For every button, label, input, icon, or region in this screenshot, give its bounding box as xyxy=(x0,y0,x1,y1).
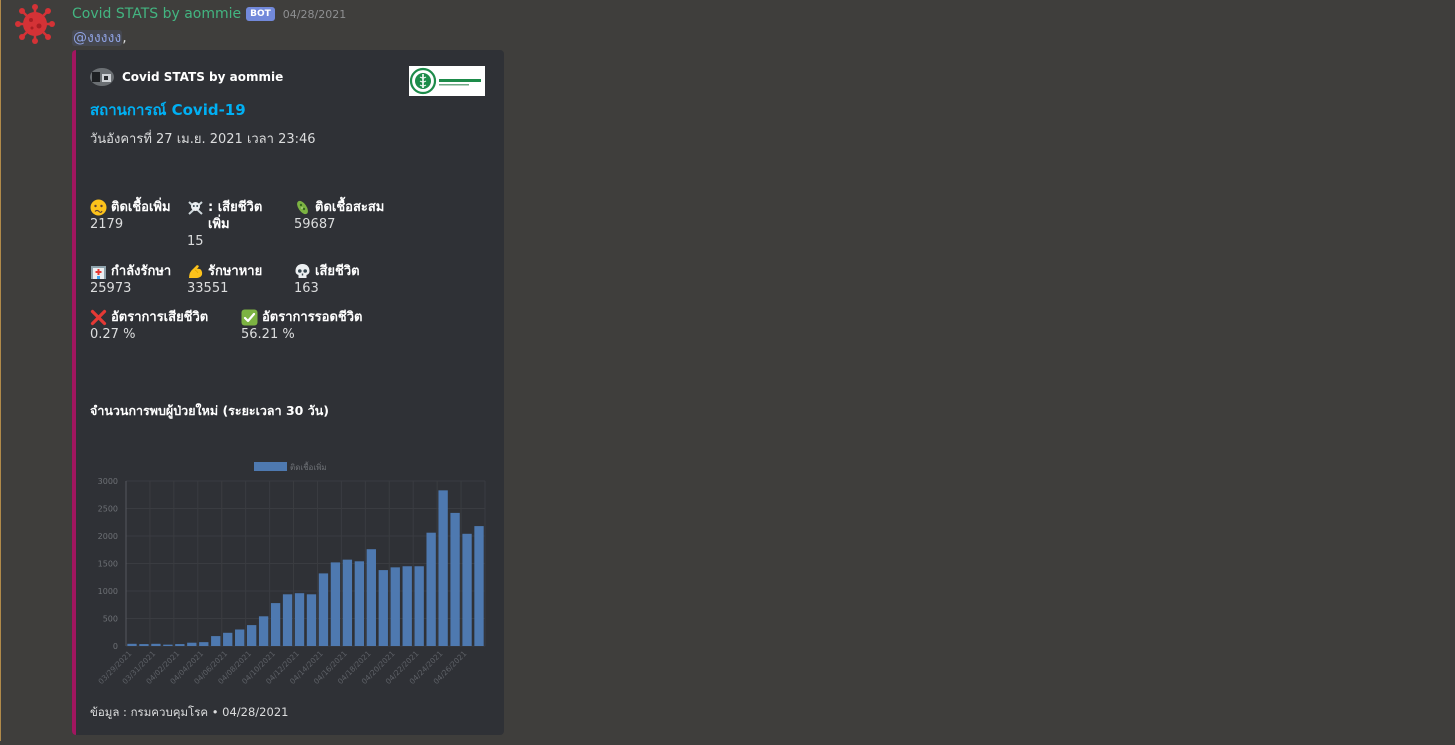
embed-author-icon xyxy=(90,68,114,86)
new-cases-chart-image[interactable]: ติดเชื้อเพิ่ม 0 500 1000 1500 2000 2500 3000 0… xyxy=(90,455,490,745)
message-content: @งงงงง, xyxy=(72,27,127,49)
bar-04/15/2021 xyxy=(330,562,341,646)
field-name-recovered: รักษาหาย xyxy=(208,264,263,279)
field-new-deaths: : เสียชีวิตเพิ่ม 15 xyxy=(187,199,282,250)
bar-04/18/2021 xyxy=(366,549,376,646)
user-mention[interactable]: @งงงงง xyxy=(72,30,123,46)
bar-04/24/2021 xyxy=(438,490,448,646)
bar-04/16/2021 xyxy=(342,559,353,646)
embed-author: Covid STATS by aommie xyxy=(90,68,283,86)
bar-04/01/2021 xyxy=(163,644,173,646)
y-tick-label: 1000 xyxy=(98,587,118,596)
field-value-new-deaths: 15 xyxy=(187,234,204,249)
y-tick-label: 2500 xyxy=(98,505,118,514)
stats-embed: Covid STATS by aommie สถานการณ์ Covid-19… xyxy=(72,50,504,735)
field-name-death-rate: อัตราการเสียชีวิต xyxy=(111,310,209,325)
bar-04/02/2021 xyxy=(175,644,185,646)
bar-04/06/2021 xyxy=(223,632,233,646)
bar-04/17/2021 xyxy=(354,561,365,646)
bar-04/11/2021 xyxy=(282,594,293,646)
field-value-recovered: 33551 xyxy=(187,281,229,296)
department-logo-thumbnail[interactable] xyxy=(409,66,485,96)
bar-03/31/2021 xyxy=(151,643,161,646)
field-name-hospitalized: กำลังรักษา xyxy=(111,264,172,279)
field-hospitalized: กำลังรักษา 25973 xyxy=(90,263,185,297)
bar-04/21/2021 xyxy=(402,566,412,646)
embed-title[interactable]: สถานการณ์ Covid-19 xyxy=(90,98,246,122)
bar-04/13/2021 xyxy=(306,594,317,646)
check-mark-icon xyxy=(241,309,258,326)
new-cases-bar-chart: ติดเชื้อเพิ่ม 050010001500200025003000 0… xyxy=(96,461,486,686)
skull-crossbones-icon xyxy=(187,199,204,216)
legend-label: ติดเชื้อเพิ่ม xyxy=(290,461,327,472)
bar-04/27/2021 xyxy=(474,526,484,646)
bar-04/19/2021 xyxy=(378,570,388,646)
bar-04/03/2021 xyxy=(187,642,197,646)
bot-avatar[interactable] xyxy=(15,4,55,44)
y-tick-label: 0 xyxy=(113,642,118,651)
field-recovered: รักษาหาย 33551 xyxy=(187,263,287,297)
y-tick-label: 2000 xyxy=(98,532,118,541)
embed-author-name: Covid STATS by aommie xyxy=(122,70,284,84)
microbe-icon xyxy=(294,199,311,216)
field-value-death-rate: 0.27 % xyxy=(90,327,136,342)
field-name-total-cases: ติดเชื้อสะสม xyxy=(315,200,385,215)
bar-04/14/2021 xyxy=(318,573,329,646)
embed-description: วันอังคารที่ 27 เม.ย. 2021 เวลา 23:46 xyxy=(90,132,316,147)
y-tick-label: 500 xyxy=(103,615,118,624)
flexed-biceps-icon xyxy=(187,263,204,280)
y-tick-label: 3000 xyxy=(98,477,118,486)
bar-04/04/2021 xyxy=(199,642,209,646)
field-survival-rate: อัตราการรอดชีวิต 56.21 % xyxy=(241,309,396,343)
mention-suffix: , xyxy=(122,30,127,46)
field-total-cases: ติดเชื้อสะสม 59687 xyxy=(294,199,414,233)
field-value-total-cases: 59687 xyxy=(294,217,336,232)
field-name-survival-rate: อัตราการรอดชีวิต xyxy=(262,310,363,325)
bar-03/29/2021 xyxy=(127,643,137,646)
bar-04/07/2021 xyxy=(235,629,245,646)
field-value-hospitalized: 25973 xyxy=(90,281,132,296)
chart-title: จำนวนการพบผู้ป่วยใหม่ (ระยะเวลา 30 วัน) xyxy=(90,403,329,418)
bar-04/23/2021 xyxy=(426,532,436,646)
bar-04/26/2021 xyxy=(462,533,472,646)
field-name-deaths: เสียชีวิต xyxy=(315,264,360,279)
legend-swatch xyxy=(254,462,287,471)
embed-footer: ข้อมูล : กรมควบคุมโรค • 04/28/2021 xyxy=(90,705,289,719)
skull-icon xyxy=(294,263,311,280)
cross-mark-icon xyxy=(90,309,107,326)
field-new-cases: ติดเชื้อเพิ่ม 2179 xyxy=(90,199,185,233)
field-value-new-cases: 2179 xyxy=(90,217,124,232)
message-header: Covid STATS by aommie BOT 04/28/2021 xyxy=(72,5,346,23)
bar-04/25/2021 xyxy=(450,512,460,646)
bar-04/12/2021 xyxy=(294,593,305,646)
bar-04/20/2021 xyxy=(390,567,400,646)
message-timestamp: 04/28/2021 xyxy=(282,7,347,21)
bot-tag: BOT xyxy=(246,7,275,21)
bar-04/08/2021 xyxy=(246,625,257,646)
field-name-new-cases: ติดเชื้อเพิ่ม xyxy=(111,200,171,215)
bar-04/22/2021 xyxy=(414,566,424,646)
hospital-icon xyxy=(90,263,107,280)
field-deaths: เสียชีวิต 163 xyxy=(294,263,414,297)
bar-04/09/2021 xyxy=(258,616,269,646)
bar-04/10/2021 xyxy=(270,603,281,646)
bar-03/30/2021 xyxy=(139,644,149,646)
field-death-rate: อัตราการเสียชีวิต 0.27 % xyxy=(90,309,235,343)
chart-legend: ติดเชื้อเพิ่ม xyxy=(254,461,327,472)
field-value-survival-rate: 56.21 % xyxy=(241,327,295,342)
bar-04/05/2021 xyxy=(211,636,221,646)
author-name[interactable]: Covid STATS by aommie xyxy=(72,6,241,22)
field-value-deaths: 163 xyxy=(294,281,319,296)
field-name-new-deaths: : เสียชีวิตเพิ่ม xyxy=(208,200,263,232)
y-tick-label: 1500 xyxy=(98,560,118,569)
confused-face-icon xyxy=(90,199,107,216)
